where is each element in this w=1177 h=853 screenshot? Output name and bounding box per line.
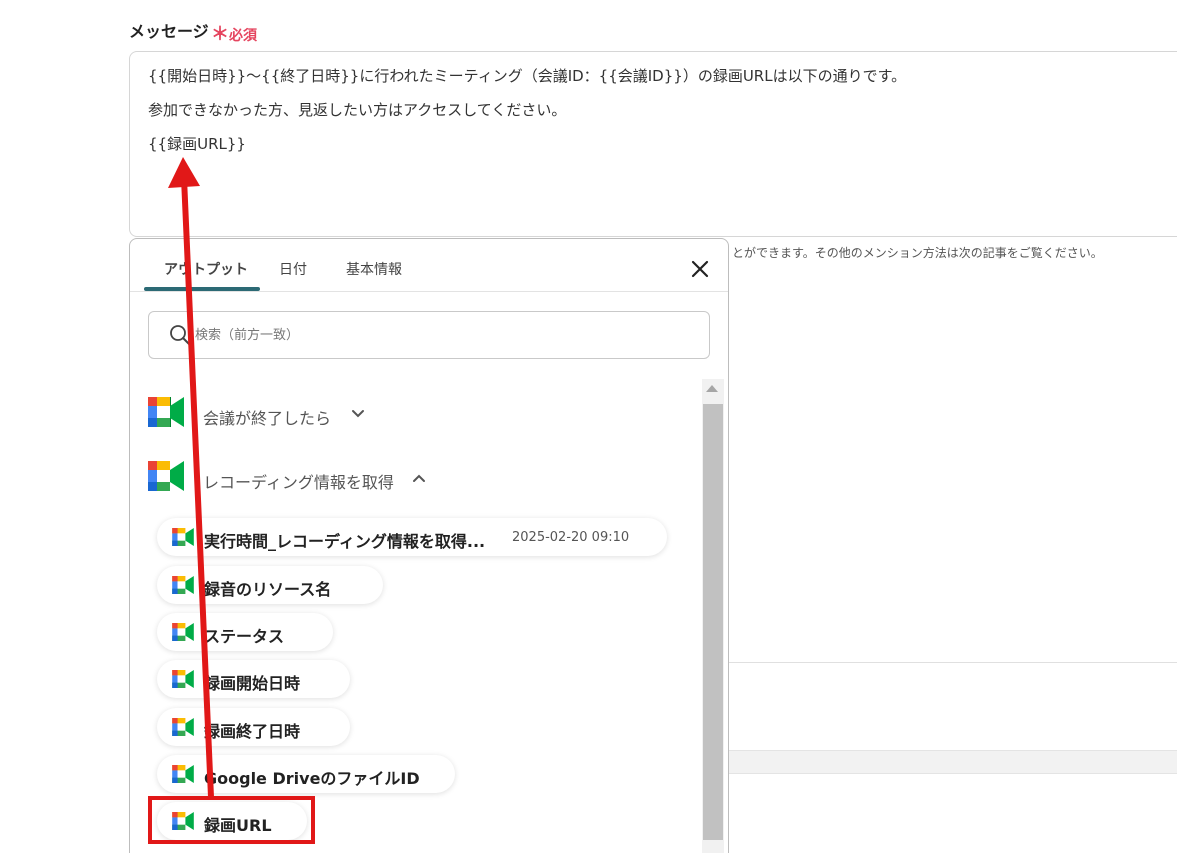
output-item-label: ステータス — [204, 627, 285, 646]
tab-date[interactable]: 日付 — [279, 259, 307, 279]
output-item-label: 録画開始日時 — [204, 674, 301, 693]
helper-text: とができます。その他のメンション方法は次の記事をご覧ください。 — [732, 246, 1103, 260]
output-item-execution-time[interactable]: 実行時間_レコーディング情報を取得... 2025-02-20 09:10 — [157, 518, 667, 556]
group-label: レコーディング情報を取得 — [203, 473, 394, 492]
output-item-status[interactable]: ステータス — [157, 613, 333, 651]
search-icon — [169, 324, 191, 346]
google-meet-icon — [172, 576, 194, 594]
google-meet-icon — [172, 528, 194, 546]
chevron-down-icon — [352, 410, 364, 418]
message-line-3: {{録画URL}} — [148, 135, 246, 153]
google-meet-icon — [148, 461, 184, 491]
scrollbar-thumb[interactable] — [703, 404, 723, 840]
output-item-label: 録音のリソース名 — [204, 580, 332, 599]
output-item-drive-file-id[interactable]: Google DriveのファイルID — [157, 755, 455, 793]
message-textarea[interactable]: {{開始日時}}〜{{終了日時}}に行われたミーティング（会議ID：{{会議ID… — [129, 51, 1177, 237]
output-item-label: Google DriveのファイルID — [204, 769, 420, 788]
background-band — [728, 750, 1177, 774]
tab-basic-info[interactable]: 基本情報 — [346, 259, 402, 279]
chevron-up-icon — [413, 474, 425, 482]
close-icon[interactable] — [688, 257, 712, 281]
output-item-recording-end[interactable]: 録画終了日時 — [157, 708, 350, 746]
popup-tabs: アウトプット 日付 基本情報 — [130, 239, 728, 292]
message-line-1: {{開始日時}}〜{{終了日時}}に行われたミーティング（会議ID：{{会議ID… — [148, 67, 907, 85]
background-divider — [728, 662, 1177, 663]
search-input[interactable] — [195, 324, 675, 346]
google-meet-icon — [172, 765, 194, 783]
google-meet-icon — [172, 670, 194, 688]
active-tab-indicator — [144, 287, 260, 291]
variable-picker-popup: アウトプット 日付 基本情報 検索（前方一致） 会議が終了したら レコーディング… — [129, 238, 729, 853]
google-meet-icon — [148, 397, 184, 427]
output-item-label: 録画終了日時 — [204, 722, 301, 741]
group-label: 会議が終了したら — [203, 409, 332, 428]
google-meet-icon — [172, 623, 194, 641]
group-meeting-ended[interactable]: 会議が終了したら — [148, 397, 388, 433]
output-item-label: 実行時間_レコーディング情報を取得... — [204, 532, 486, 551]
required-badge: ＊必須 — [211, 20, 257, 46]
output-item-recording-start[interactable]: 録画開始日時 — [157, 660, 350, 698]
required-text: 必須 — [229, 28, 257, 44]
message-line-2: 参加できなかった方、見返したい方はアクセスしてください。 — [148, 101, 567, 119]
message-field-label: メッセージ — [129, 22, 209, 41]
scrollbar[interactable] — [702, 379, 724, 853]
scroll-up-arrow-icon[interactable] — [706, 385, 718, 392]
google-meet-icon — [172, 718, 194, 736]
output-item-recording-resource-name[interactable]: 録音のリソース名 — [157, 566, 383, 604]
output-item-value: 2025-02-20 09:10 — [512, 530, 630, 545]
search-field[interactable] — [148, 311, 710, 359]
annotation-highlight-box — [148, 796, 315, 844]
required-star: ＊ — [211, 24, 229, 45]
tab-output[interactable]: アウトプット — [164, 259, 248, 279]
group-get-recording-info[interactable]: レコーディング情報を取得 — [148, 461, 438, 497]
